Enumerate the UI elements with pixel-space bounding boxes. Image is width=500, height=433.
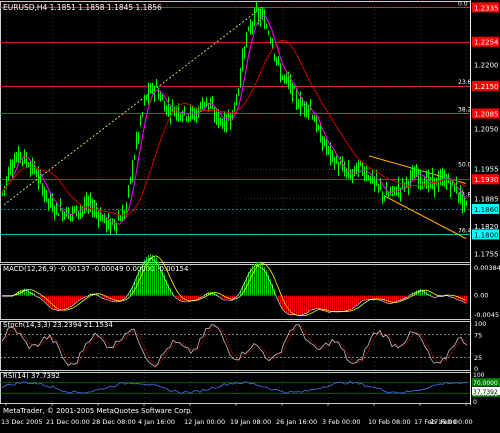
stoch-axis-label: 100 <box>474 320 486 328</box>
rsi-pane[interactable]: 10070.000030.0000037.7392 <box>0 372 500 406</box>
symbol-info-label: EURUSD,H4 1.1851 1.1858 1.1845 1.1856 <box>3 3 162 12</box>
fib-level-label: 23.6 <box>458 79 472 86</box>
macd-pane[interactable]: 0.00384 0.00 -0.00451 <box>2 254 500 319</box>
fib-level-label: 0.0 <box>458 0 468 7</box>
channel-lower-line[interactable] <box>384 195 467 240</box>
price-tag-label: 1.1800 <box>474 231 499 239</box>
macd-title: MACD(12,26,9) -0.00137 -0.00049 0.00000 … <box>3 265 189 273</box>
price-tag-label: 1.2150 <box>474 83 499 91</box>
price-tag-label: 1.2254 <box>474 39 499 47</box>
time-axis-label: 13 Dec 2005 <box>1 418 43 426</box>
time-axis-label: 10 Feb 08:00 <box>368 418 411 426</box>
price-axis-label: 1.1885 <box>474 195 499 203</box>
fib-level-label: 38.2 <box>458 106 472 113</box>
time-axis-label: 19 Jan 08:00 <box>230 418 271 426</box>
fib-level-label: 50.0 <box>458 162 472 169</box>
trend-channel[interactable] <box>368 155 467 240</box>
pane-frame <box>0 1 471 263</box>
rsi-line <box>1 380 468 394</box>
macd-axis-label: 0.00384 <box>474 264 500 272</box>
pane-frames <box>0 0 471 405</box>
rsi-axis-label: 100 <box>473 372 485 379</box>
time-axis-label: 28 Dec 08:00 <box>92 418 136 426</box>
price-axis-label: 1.1955 <box>474 166 499 174</box>
rsi-axis-label: 0 <box>473 399 477 406</box>
time-axis-label: 3 Feb 00:00 <box>322 418 361 426</box>
main-grid <box>6 1 467 403</box>
time-axis-label: 4 Jan 16:00 <box>138 418 175 426</box>
fib-level-label: 76.4 <box>458 227 472 234</box>
time-axis-label: 27 Feb 00:00 <box>430 418 473 426</box>
stoch-axis-label: 75 <box>474 331 482 339</box>
stoch-title: Stoch(14,3,3) 23.2394 21.1534 <box>3 321 113 329</box>
macd-axis-label: 0.00 <box>474 292 488 300</box>
price-axis-label: 1.1755 <box>474 251 499 259</box>
price-tag-label: 1.1860 <box>474 206 499 214</box>
metatrader-chart-window[interactable]: 0.0 23.6 38.2 50.0 61.8 76.4 1.2335 1.2254 1.22… <box>0 0 500 429</box>
rsi-title: RSI(14) 37.7392 <box>3 372 60 380</box>
stoch-axis-label: 25 <box>474 354 482 362</box>
time-axis-label: 12 Jan 00:00 <box>184 418 225 426</box>
price-axis-label: 1.2050 <box>474 125 499 133</box>
price-tag-label: 1.1930 <box>474 176 499 184</box>
price-tag-label: 1.2085 <box>474 110 499 118</box>
horizontal-levels[interactable] <box>0 7 470 235</box>
chart-canvas[interactable]: 0.023.638.250.061.876.4 1.23351.22541.22… <box>0 0 500 429</box>
copyright-label: MetaTrader, © 2001-2005 MetaQuotes Softw… <box>3 407 193 415</box>
price-axis-label: 1.2200 <box>474 62 499 70</box>
rsi-axis-label: 70.0000 <box>473 380 498 387</box>
candlestick-series <box>2 1 467 234</box>
time-axis-label: 26 Jan 16:00 <box>276 418 317 426</box>
time-axis-label: 21 Dec 00:00 <box>46 418 90 426</box>
pane-frame <box>0 372 471 404</box>
rsi-current-label: 37.7392 <box>473 389 498 396</box>
price-axis: 1.2335 1.2254 1.2200 1.2150 1.2085 1.2050 1.19… <box>472 2 499 259</box>
macd-axis-label: -0.00451 <box>474 311 500 319</box>
price-tag-label: 1.2335 <box>474 4 499 12</box>
